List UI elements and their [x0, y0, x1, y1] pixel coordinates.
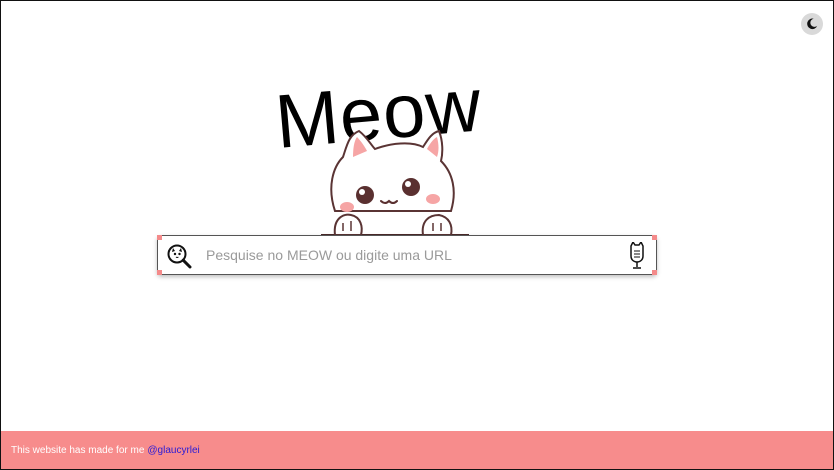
- search-bar-corner: [652, 270, 657, 275]
- footer-author-link[interactable]: @glaucyrlei: [147, 445, 199, 456]
- search-bar-corner: [157, 235, 162, 240]
- footer: This website has made for me @glaucyrlei: [1, 431, 833, 469]
- footer-text: This website has made for me: [11, 444, 145, 456]
- cat-magnifier-icon[interactable]: [166, 243, 192, 269]
- search-input[interactable]: [206, 242, 606, 268]
- theme-toggle-button[interactable]: [801, 13, 823, 35]
- search-bar: [157, 235, 657, 275]
- cat-mascot-image: [321, 129, 469, 236]
- search-bar-corner: [652, 235, 657, 240]
- search-bar-corner: [157, 270, 162, 275]
- cat-microphone-icon[interactable]: [628, 242, 646, 270]
- moon-icon: [807, 18, 818, 30]
- page: Meow Pesquise no MEOW ou digite uma URL …: [0, 0, 834, 470]
